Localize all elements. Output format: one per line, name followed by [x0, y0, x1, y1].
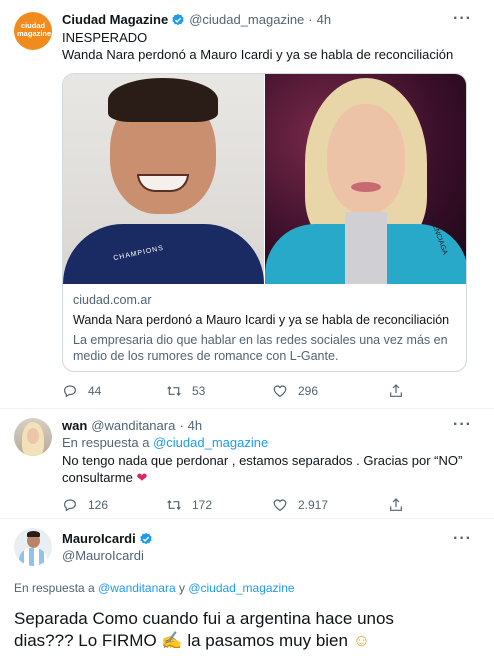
- tweet-mauroicardi[interactable]: MauroIcardi @MauroIcardi ··· En respuest…: [0, 518, 494, 662]
- writing-hand-emoji: ✍: [161, 631, 183, 650]
- avatar-ciudad-magazine[interactable]: ciudad magazine: [14, 12, 52, 50]
- verified-icon: [172, 13, 184, 25]
- reply-to-link[interactable]: @ciudad_magazine: [153, 435, 268, 450]
- tweet-line-2b: la pasamos muy bien: [187, 631, 348, 650]
- tweet-actions: 44 53 296: [62, 382, 467, 400]
- tweet-actions: 126 172 2.917: [62, 496, 467, 514]
- tweet-wanditanara[interactable]: wan @wanditanara · 4h ··· En respuesta a…: [0, 408, 494, 518]
- reply-and: y: [178, 581, 185, 595]
- card-domain: ciudad.com.ar: [73, 293, 152, 307]
- dot-separator: ·: [308, 12, 313, 27]
- avatar-face: [27, 428, 39, 444]
- tweet-line-2a: dias??? Lo FIRMO: [14, 631, 157, 650]
- retweet-count: 53: [192, 384, 206, 398]
- author-name[interactable]: Ciudad Magazine: [62, 12, 168, 27]
- like-icon: [273, 499, 287, 512]
- avatar-jersey: [19, 548, 47, 566]
- card-image-right: BALENCIAGA: [265, 74, 466, 284]
- retweet-button[interactable]: 172: [166, 497, 212, 513]
- reply-count: 126: [88, 498, 109, 512]
- author-handle[interactable]: @ciudad_magazine: [189, 12, 304, 27]
- reply-button[interactable]: 126: [62, 497, 108, 513]
- card-title: Wanda Nara perdonó a Mauro Icardi y ya s…: [73, 313, 450, 327]
- reply-icon: [64, 385, 76, 398]
- reply-to-link-2[interactable]: @ciudad_magazine: [188, 581, 294, 595]
- more-icon[interactable]: ···: [453, 530, 472, 548]
- more-icon[interactable]: ···: [453, 10, 472, 28]
- avatar-mauroicardi[interactable]: [14, 528, 52, 566]
- dot-separator: ·: [179, 418, 184, 433]
- smiling-emoji: ☺: [352, 631, 371, 650]
- reply-count: 44: [88, 384, 102, 398]
- tweet-line-2: Wanda Nara perdonó a Mauro Icardi y ya s…: [62, 47, 454, 62]
- card-description-1: La empresaria dio que hablar en las rede…: [73, 333, 448, 347]
- card-description-2: medio de los rumores de romance con L-Ga…: [73, 349, 339, 363]
- tweet-line-1: Separada Como cuando fui a argentina hac…: [14, 609, 394, 628]
- author-handle[interactable]: @MauroIcardi: [62, 548, 144, 564]
- share-icon: [390, 384, 402, 397]
- author-name[interactable]: MauroIcardi: [62, 531, 136, 546]
- tweet-ciudad-magazine[interactable]: ciudad magazine Ciudad Magazine @ciudad_…: [0, 0, 494, 408]
- reply-prefix: En respuesta a: [14, 581, 95, 595]
- like-button[interactable]: 2.917: [272, 497, 328, 513]
- like-icon: [273, 385, 287, 398]
- author-handle[interactable]: @wanditanara: [91, 418, 175, 433]
- tweet-line-2: consultarme: [62, 470, 133, 485]
- reply-icon: [64, 499, 76, 512]
- tweet-line-1: INESPERADO: [62, 30, 148, 45]
- author-name[interactable]: wan: [62, 418, 87, 433]
- more-icon[interactable]: ···: [453, 416, 472, 434]
- reply-to-link-1[interactable]: @wanditanara: [98, 581, 176, 595]
- like-count: 296: [298, 384, 319, 398]
- retweet-icon: [167, 500, 181, 510]
- person-lips-right: [351, 182, 381, 192]
- tweet-time[interactable]: 4h: [188, 418, 202, 433]
- person-neck-right: [345, 212, 387, 284]
- heart-emoji: ❤: [136, 470, 148, 485]
- retweet-icon: [167, 386, 181, 396]
- tweet-line-1: No tengo nada que perdonar , estamos sep…: [62, 453, 463, 468]
- tweet-time[interactable]: 4h: [317, 12, 331, 27]
- avatar-wanditanara[interactable]: [14, 418, 52, 456]
- like-button[interactable]: 296: [272, 383, 318, 399]
- verified-icon: [140, 532, 152, 544]
- share-button[interactable]: [388, 497, 414, 513]
- reply-prefix: En respuesta a: [62, 435, 150, 450]
- person-hair: [108, 78, 218, 122]
- reply-button[interactable]: 44: [62, 383, 101, 399]
- card-image-left: CHAMPIONS: [63, 74, 264, 284]
- retweet-button[interactable]: 53: [166, 383, 205, 399]
- person-face-right: [327, 104, 405, 214]
- like-count: 2.917: [298, 498, 329, 512]
- retweet-count: 172: [192, 498, 213, 512]
- avatar-hair: [27, 531, 40, 537]
- share-icon: [390, 498, 402, 511]
- share-button[interactable]: [388, 383, 414, 399]
- avatar-logo-text: ciudad magazine: [17, 21, 52, 38]
- link-card[interactable]: CHAMPIONS BALENCIAGA ciudad.com.ar Wanda…: [62, 73, 467, 372]
- person-jersey: [63, 224, 264, 284]
